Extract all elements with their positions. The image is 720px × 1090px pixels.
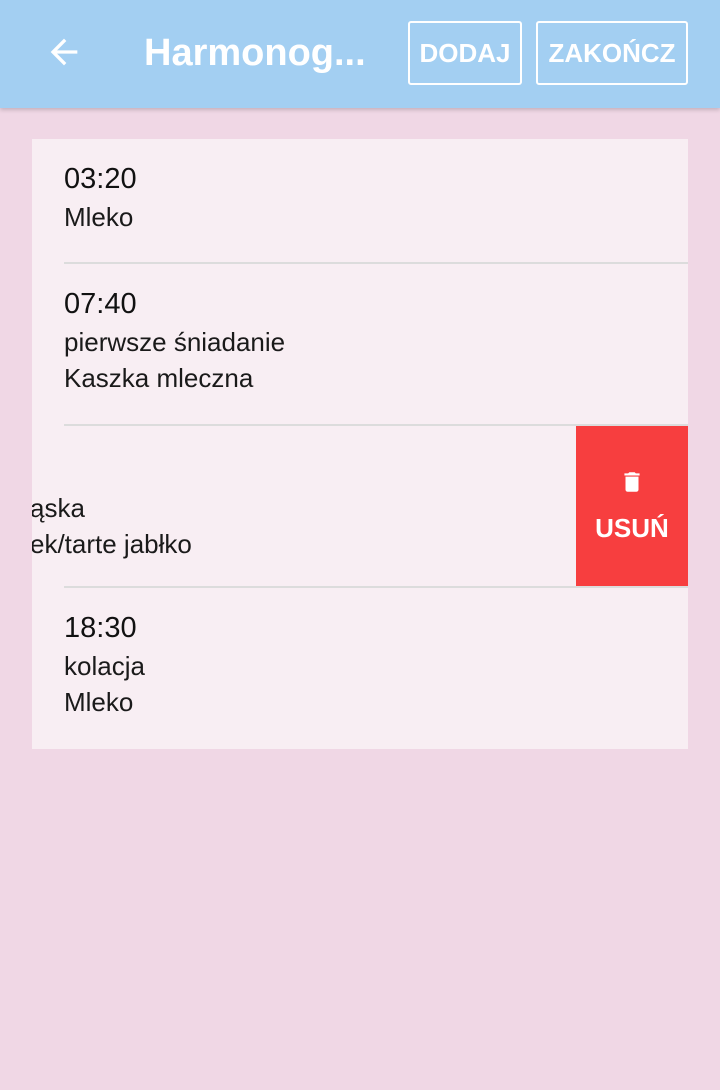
list-item[interactable]: 07:40 pierwsze śniadanie Kaszka mleczna (32, 264, 688, 426)
back-button[interactable] (34, 24, 94, 84)
list-item[interactable]: 03:20 Mleko (32, 139, 688, 264)
item-line: Mleko (64, 687, 134, 717)
list-item[interactable]: 18:30 kolacja Mleko (32, 588, 688, 749)
page-title: Harmonog... (144, 32, 366, 74)
item-line: kolacja (64, 651, 145, 681)
finish-button[interactable]: ZAKOŃCZ (536, 21, 688, 85)
schedule-list: 03:20 Mleko 07:40 pierwsze śniadanie Kas… (32, 139, 688, 749)
item-time: 07:40 (64, 288, 137, 320)
item-line: pierwsze śniadanie (64, 327, 286, 357)
arrow-left-icon (44, 32, 84, 77)
item-line: Kaszka mleczna (64, 363, 254, 393)
delete-label: USUŃ (595, 513, 669, 543)
list-item-swiped[interactable]: ąska ek/tarte jabłko USUŃ (32, 426, 688, 588)
item-line: ek/tarte jabłko (32, 529, 192, 559)
app-bar: Harmonog... DODAJ ZAKOŃCZ (0, 0, 720, 108)
delete-button[interactable]: USUŃ (576, 426, 688, 586)
list-item-content: 18:30 kolacja Mleko (64, 608, 688, 720)
item-line: ąska (32, 493, 85, 523)
item-time: 18:30 (64, 612, 137, 644)
trash-icon (619, 468, 645, 501)
item-line: Mleko (64, 202, 134, 232)
list-item-content: 07:40 pierwsze śniadanie Kaszka mleczna (64, 284, 688, 396)
item-time: 03:20 (64, 163, 137, 195)
list-item-content: 03:20 Mleko (64, 159, 688, 235)
add-button[interactable]: DODAJ (408, 21, 522, 85)
